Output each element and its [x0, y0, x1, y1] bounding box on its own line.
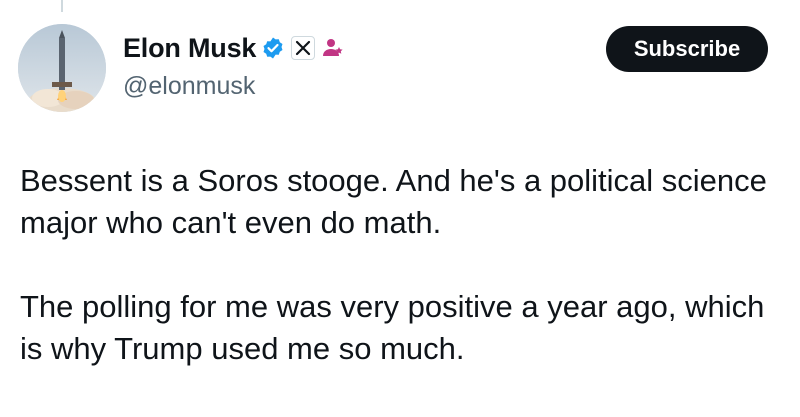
x-logo-icon[interactable]	[291, 36, 316, 60]
author-display-name[interactable]: Elon Musk	[123, 33, 256, 64]
tweet-paragraph: The polling for me was very positive a y…	[20, 289, 765, 366]
tweet-body: Bessent is a Soros stooge. And he's a po…	[20, 160, 790, 370]
subscribe-button[interactable]: Subscribe	[606, 26, 768, 72]
thread-connector-line	[61, 0, 63, 12]
tweet-card: Elon Musk @elonmusk Subscribe Bessent is…	[0, 0, 800, 417]
avatar[interactable]	[18, 24, 106, 112]
affiliate-person-icon[interactable]	[321, 36, 345, 60]
verified-badge-icon[interactable]	[261, 36, 285, 60]
author-handle[interactable]: @elonmusk	[123, 72, 255, 101]
tweet-paragraph: Bessent is a Soros stooge. And he's a po…	[20, 163, 767, 240]
author-name-row: Elon Musk	[123, 28, 345, 68]
